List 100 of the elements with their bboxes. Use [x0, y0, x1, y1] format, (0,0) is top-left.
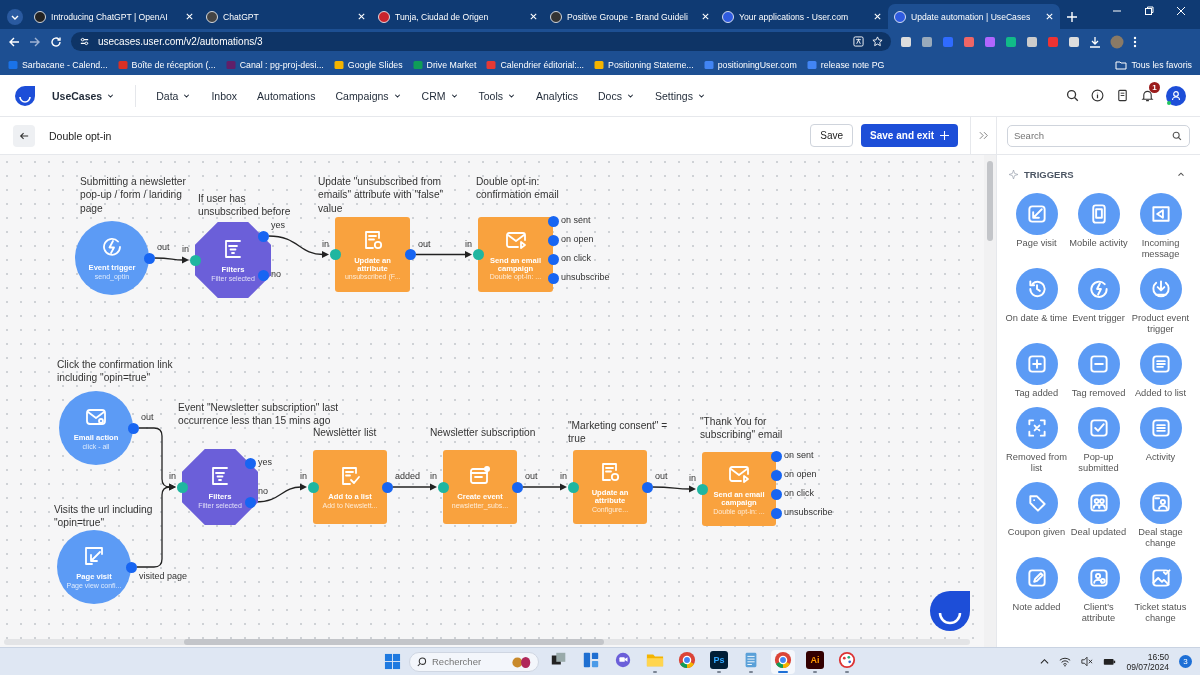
browser-tab[interactable]: ChatGPT — [200, 4, 372, 29]
taskbar-app[interactable]: Ps — [707, 649, 731, 674]
close-icon[interactable] — [701, 12, 710, 21]
bookmark-link[interactable]: Positioning Stateme... — [594, 59, 694, 70]
output-port[interactable] — [244, 457, 256, 469]
nav-menu-item[interactable]: Docs — [588, 85, 645, 106]
more-icon[interactable] — [1133, 35, 1137, 48]
output-port[interactable] — [404, 249, 416, 260]
close-icon[interactable] — [873, 12, 882, 21]
trigger-tile[interactable]: Product event trigger — [1129, 268, 1192, 335]
trigger-tile[interactable]: Coupon given — [1005, 482, 1068, 549]
bookmark-link[interactable]: Drive Market — [412, 59, 477, 70]
reload-icon[interactable] — [50, 35, 62, 48]
input-port[interactable] — [472, 249, 484, 260]
output-port[interactable] — [127, 422, 139, 434]
save-and-exit-button[interactable]: Save and exit — [861, 124, 958, 147]
output-port[interactable] — [143, 252, 155, 264]
trigger-tile[interactable]: Removed from list — [1005, 407, 1068, 474]
close-icon[interactable] — [357, 12, 366, 21]
close-icon[interactable] — [529, 12, 538, 21]
input-port[interactable] — [189, 254, 201, 266]
all-bookmarks-link[interactable]: Tous les favoris — [1115, 59, 1192, 70]
search-field[interactable]: Search — [1007, 124, 1190, 147]
chat-launcher-button[interactable] — [930, 591, 970, 631]
new-tab-icon[interactable] — [1066, 11, 1078, 23]
workspace-dropdown[interactable]: UseCases — [42, 85, 126, 106]
output-port[interactable] — [381, 481, 393, 493]
speaker-muted-icon[interactable] — [1081, 656, 1094, 667]
output-port[interactable] — [257, 269, 269, 281]
section-header[interactable]: TRIGGERS — [1007, 161, 1190, 187]
chevron-up-icon[interactable] — [1040, 657, 1050, 666]
back-button[interactable] — [13, 124, 35, 147]
taskbar-app[interactable]: Ai — [803, 649, 827, 674]
browser-tab[interactable]: Your applications - User.com — [716, 4, 888, 29]
bookmark-link[interactable]: positioningUser.com — [703, 59, 797, 70]
input-port[interactable] — [176, 481, 188, 493]
close-icon[interactable] — [1045, 12, 1054, 21]
output-port[interactable] — [770, 488, 782, 500]
extension-icon[interactable] — [921, 35, 933, 48]
input-port[interactable] — [567, 481, 579, 493]
trigger-tile[interactable]: Deal stage change — [1129, 482, 1192, 549]
trigger-tile[interactable]: Ticket status change — [1129, 557, 1192, 624]
nav-menu-item[interactable]: Settings — [644, 85, 716, 106]
vertical-scrollbar[interactable] — [984, 155, 996, 647]
nav-menu-item[interactable]: Data — [146, 85, 202, 106]
site-info-icon[interactable] — [79, 36, 90, 47]
notification-badge[interactable]: 3 — [1179, 655, 1192, 668]
bookmark-link[interactable]: Boîte de réception (... — [117, 59, 216, 70]
collapse-panel-icon[interactable] — [978, 131, 989, 140]
save-button[interactable]: Save — [810, 124, 854, 147]
output-port[interactable] — [547, 234, 559, 246]
output-port[interactable] — [547, 272, 559, 284]
output-port[interactable] — [125, 561, 137, 573]
input-port[interactable] — [437, 481, 449, 493]
bookmark-link[interactable]: Google Slides — [333, 59, 403, 70]
trigger-tile[interactable]: Incoming message — [1129, 193, 1192, 260]
nav-menu-item[interactable]: Automations — [247, 85, 326, 106]
trigger-tile[interactable]: Mobile activity — [1067, 193, 1130, 260]
input-port[interactable] — [329, 249, 341, 260]
download-icon[interactable] — [1089, 35, 1101, 48]
close-icon[interactable] — [1176, 5, 1186, 16]
trigger-tile[interactable]: Tag removed — [1067, 343, 1130, 399]
output-port[interactable] — [257, 230, 269, 242]
input-port[interactable] — [696, 483, 708, 495]
output-port[interactable] — [641, 481, 653, 493]
trigger-tile[interactable]: Tag added — [1005, 343, 1068, 399]
trigger-tile[interactable]: Added to list — [1129, 343, 1192, 399]
close-icon[interactable] — [185, 12, 194, 21]
start-icon[interactable] — [384, 653, 401, 670]
output-port[interactable] — [511, 481, 523, 493]
nav-menu-item[interactable]: Campaigns — [325, 85, 412, 106]
output-port[interactable] — [770, 507, 782, 519]
horizontal-scrollbar[interactable] — [4, 639, 970, 645]
nav-menu-item[interactable]: Tools — [468, 85, 526, 106]
browser-tab[interactable]: Update automation | UseCases — [888, 4, 1060, 29]
star-icon[interactable] — [872, 36, 883, 47]
trigger-tile[interactable]: On date & time — [1005, 268, 1068, 335]
battery-icon[interactable] — [1103, 656, 1117, 667]
trigger-tile[interactable]: Note added — [1005, 557, 1068, 624]
trigger-tile[interactable]: Event trigger — [1067, 268, 1130, 335]
taskbar-search-field[interactable]: Rechercher — [409, 651, 539, 672]
output-port[interactable] — [770, 450, 782, 462]
bookmark-link[interactable]: Canal : pg-proj-desi... — [225, 59, 324, 70]
browser-tab[interactable]: Positive Groupe - Brand Guideli — [544, 4, 716, 29]
book-icon[interactable] — [1116, 89, 1129, 102]
nav-menu-item[interactable]: Inbox — [201, 85, 248, 106]
info-icon[interactable] — [1091, 89, 1104, 102]
forward-icon[interactable] — [29, 35, 41, 48]
bookmark-link[interactable]: Calendrier éditorial:... — [486, 59, 585, 70]
restore-icon[interactable] — [1144, 5, 1154, 16]
trigger-tile[interactable]: Pop-up submitted — [1067, 407, 1130, 474]
extension-icon[interactable] — [1068, 35, 1080, 48]
nav-menu-item[interactable]: CRM — [411, 85, 469, 106]
wifi-icon[interactable] — [1059, 656, 1072, 667]
extension-icon[interactable] — [1005, 35, 1017, 48]
browser-tab[interactable]: Tunja, Ciudad de Origen — [372, 4, 544, 29]
trigger-tile[interactable]: Deal updated — [1067, 482, 1130, 549]
output-port[interactable] — [547, 253, 559, 265]
output-port[interactable] — [547, 215, 559, 227]
translate-icon[interactable] — [853, 36, 864, 47]
